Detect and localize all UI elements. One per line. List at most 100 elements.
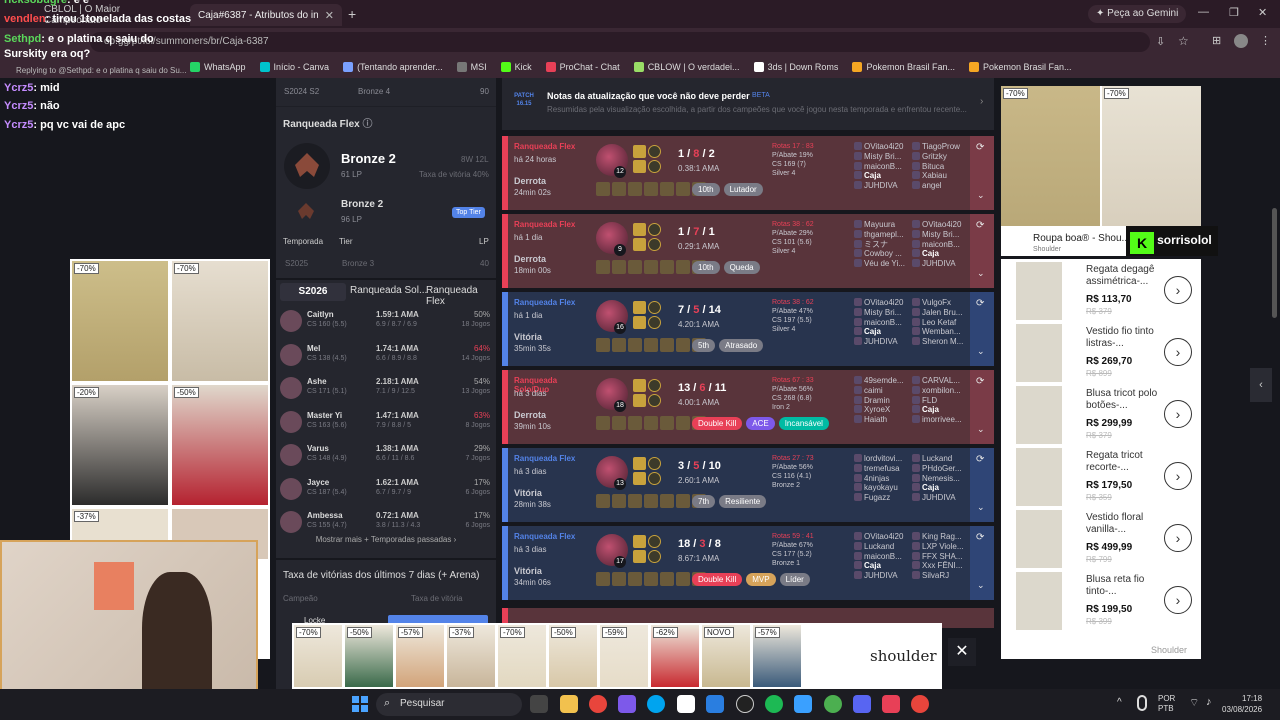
player-name[interactable]: caimi: [854, 386, 912, 396]
player-name[interactable]: imorrivee...: [912, 415, 970, 425]
player-name[interactable]: Haiath: [854, 415, 912, 425]
url-field[interactable]: op.gg/pt/lol/summoners/br/Caja-6387: [90, 32, 1150, 52]
player-name[interactable]: Mayuura: [854, 220, 912, 230]
mail-icon[interactable]: [706, 695, 724, 713]
share-icon[interactable]: ⟳: [976, 220, 984, 231]
clock[interactable]: 17:18 03/08/2026: [1222, 693, 1262, 715]
player-name[interactable]: maiconB...: [854, 552, 912, 562]
player-name[interactable]: SilvaRJ: [912, 571, 970, 581]
player-name[interactable]: Caja: [854, 171, 912, 181]
bookmark-pokemon-2[interactable]: Pokemon Brasil Fan...: [968, 62, 1072, 72]
menu-icon[interactable]: ⋮: [1260, 34, 1271, 47]
minimize-button[interactable]: —: [1198, 6, 1209, 18]
player-name[interactable]: kayokayu: [854, 483, 912, 493]
microphone-icon[interactable]: [1137, 695, 1147, 711]
player-name[interactable]: FFX SHA...: [912, 552, 970, 562]
bookmark-prochat[interactable]: ProChat - Chat: [545, 62, 620, 72]
file-explorer-icon[interactable]: [560, 695, 578, 713]
shop-item[interactable]: Blusa tricot polo botões-... R$ 299,99 R…: [1010, 384, 1200, 444]
windows-start-icon[interactable]: [352, 696, 368, 712]
player-name[interactable]: PHdoGer...: [912, 464, 970, 474]
player-name[interactable]: Leo Ketaf: [912, 318, 970, 328]
extensions-icon[interactable]: ⊞: [1212, 34, 1221, 47]
player-name[interactable]: Jalen Bru...: [912, 308, 970, 318]
player-name[interactable]: lordvitovi...: [854, 454, 912, 464]
wifi-icon[interactable]: ⌔: [1189, 696, 1199, 710]
player-name[interactable]: OVitao4i20: [854, 532, 912, 542]
champion-row[interactable]: Mel CS 138 (4.5) 1.74:1 AMA 6.6 / 8.9 / …: [276, 338, 496, 370]
player-name[interactable]: Véu de Yi...: [854, 259, 912, 269]
edge-icon[interactable]: [647, 695, 665, 713]
patch-notes-banner[interactable]: PATCH 16.15 Notas da atualização que voc…: [502, 78, 994, 130]
player-name[interactable]: LXP Viole...: [912, 542, 970, 552]
match-card[interactable]: Ranqueada Solo/Duo há 3 dias Derrota 39m…: [502, 370, 994, 444]
player-name[interactable]: Dramin: [854, 396, 912, 406]
shop-item[interactable]: Regata tricot recorte-... R$ 179,50 R$ 3…: [1010, 446, 1200, 506]
discord-icon[interactable]: [853, 695, 871, 713]
bookmark-kick[interactable]: Kick: [500, 62, 532, 72]
player-name[interactable]: maiconB...: [912, 240, 970, 250]
player-name[interactable]: JUHDIVA: [912, 259, 970, 269]
player-name[interactable]: Caja: [912, 249, 970, 259]
sidebar-toggle[interactable]: ‹: [1250, 368, 1272, 402]
match-card[interactable]: Ranqueada Flex há 24 horas Derrota 24min…: [502, 136, 994, 210]
player-name[interactable]: thgamepl...: [854, 230, 912, 240]
shop-item[interactable]: Vestido floral vanilla-... R$ 499,99 R$ …: [1010, 508, 1200, 568]
match-card[interactable]: Ranqueada Flex há 1 dia Vitória 35min 35…: [502, 292, 994, 366]
app-icon[interactable]: [882, 695, 900, 713]
player-name[interactable]: 49semde...: [854, 376, 912, 386]
store-icon[interactable]: [677, 695, 695, 713]
player-name[interactable]: Nemesis...: [912, 474, 970, 484]
champion-row[interactable]: Varus CS 148 (4.9) 1.38:1 AMA 6.6 / 11 /…: [276, 438, 496, 470]
player-name[interactable]: FLD: [912, 396, 970, 406]
match-card[interactable]: Ranqueada Flex há 3 dias Vitória 28min 3…: [502, 448, 994, 522]
match-card[interactable]: Ranqueada Flex há 1 dia Derrota 18min 00…: [502, 214, 994, 288]
close-window-button[interactable]: ✕: [1258, 6, 1267, 19]
github-icon[interactable]: [736, 695, 754, 713]
chrome-icon[interactable]: [911, 695, 929, 713]
player-name[interactable]: maiconB...: [854, 318, 912, 328]
tray-chevron-icon[interactable]: ^: [1117, 697, 1122, 708]
tab-s2026[interactable]: S2026: [280, 283, 346, 301]
scrollbar[interactable]: [1272, 208, 1277, 318]
player-name[interactable]: Misty Bri...: [912, 230, 970, 240]
player-name[interactable]: 4ninjas: [854, 474, 912, 484]
install-icon[interactable]: ⇩: [1156, 35, 1165, 48]
player-name[interactable]: TiagoProw: [912, 142, 970, 152]
bookmark-pokemon-1[interactable]: Pokemon Brasil Fan...: [852, 62, 955, 72]
player-name[interactable]: OVitao4i20: [912, 220, 970, 230]
maximize-button[interactable]: ❐: [1229, 6, 1239, 19]
tab-caja[interactable]: Caja#6387 - Atributos do invoc ✕: [190, 4, 342, 26]
player-name[interactable]: Caja: [912, 483, 970, 493]
player-name[interactable]: Misty Bri...: [854, 308, 912, 318]
player-name[interactable]: angel: [912, 181, 970, 191]
chrome-icon[interactable]: [589, 695, 607, 713]
bookmark-3ds[interactable]: 3ds | Down Roms: [753, 62, 838, 72]
player-name[interactable]: tremefusa: [854, 464, 912, 474]
player-name[interactable]: Wemban...: [912, 327, 970, 337]
chevron-right-icon[interactable]: ›: [1164, 462, 1192, 490]
player-name[interactable]: XyroeX: [854, 405, 912, 415]
tab-solo[interactable]: Ranqueada Sol...: [350, 285, 427, 296]
expand-button[interactable]: ⟳ ⌄: [970, 292, 994, 366]
player-name[interactable]: Sheron M...: [912, 337, 970, 347]
chevron-right-icon[interactable]: ›: [1164, 524, 1192, 552]
player-name[interactable]: JUHDIVA: [854, 571, 912, 581]
bookmark-tentando[interactable]: (Tentando aprender...: [343, 62, 443, 72]
player-name[interactable]: maiconB...: [854, 162, 912, 172]
ad-banner-bottom[interactable]: -70% -50% -57% -37% -70% -50% -59% -62% NOVO -57%…: [292, 623, 942, 689]
chevron-right-icon[interactable]: ›: [1164, 586, 1192, 614]
player-name[interactable]: Luckand: [912, 454, 970, 464]
player-name[interactable]: Cowboy ...: [854, 249, 912, 259]
expand-button[interactable]: ⟳ ⌄: [970, 370, 994, 444]
player-name[interactable]: OVitao4i20: [854, 142, 912, 152]
bookmark-canva[interactable]: Início - Canva: [259, 62, 329, 72]
share-icon[interactable]: ⟳: [976, 298, 984, 309]
champion-row[interactable]: Caitlyn CS 160 (5.5) 1.59:1 AMA 6.9 / 8.…: [276, 304, 496, 336]
taskbar-search[interactable]: ⌕ Pesquisar: [376, 693, 522, 716]
match-card[interactable]: Ranqueada Flex há 3 dias Vitória 34min 0…: [502, 526, 994, 600]
share-icon[interactable]: ⟳: [976, 376, 984, 387]
expand-button[interactable]: ⟳ ⌄: [970, 448, 994, 522]
player-name[interactable]: JUHDIVA: [854, 337, 912, 347]
player-name[interactable]: Caja: [912, 405, 970, 415]
